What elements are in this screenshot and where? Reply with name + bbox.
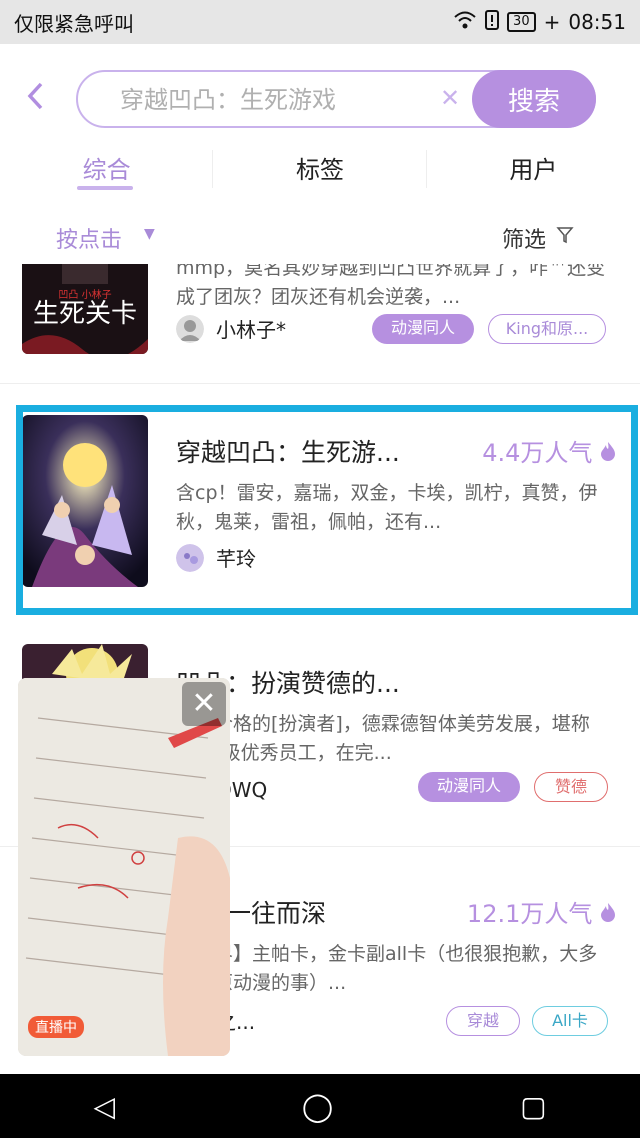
recent-apps-icon[interactable]: ▢ xyxy=(520,1090,546,1123)
status-right: 30 + 08:51 xyxy=(453,9,626,35)
author-info[interactable]: 小林子* xyxy=(176,314,286,343)
back-nav-icon[interactable]: ◁ xyxy=(93,1090,115,1123)
charging-icon: + xyxy=(543,10,561,34)
flame-icon xyxy=(600,900,616,928)
tag-chip[interactable]: All卡 xyxy=(532,1006,608,1036)
book-cover: 生死关卡 凹凸 小林子 xyxy=(22,264,148,354)
alert-icon xyxy=(485,9,500,35)
battery-indicator: 30 xyxy=(507,12,536,32)
filter-button[interactable]: 筛选 xyxy=(502,222,546,254)
sort-dropdown[interactable]: 按点击 xyxy=(56,222,122,254)
close-icon[interactable]: ✕ xyxy=(440,84,460,112)
filter-bar: 按点击 ▼ 筛选 xyxy=(0,212,640,264)
system-nav-bar: ◁ ◯ ▢ xyxy=(0,1074,640,1138)
chevron-left-icon[interactable] xyxy=(26,80,44,120)
tag-chip[interactable]: 动漫同人 xyxy=(372,314,474,344)
search-button[interactable]: 搜索 xyxy=(472,70,596,128)
funnel-icon[interactable] xyxy=(556,226,574,249)
tab-divider xyxy=(426,150,427,188)
live-video-frame xyxy=(18,678,230,1056)
result-description: 一名合格的[扮演者]，德霖德智体美劳发展，堪称sss+级优秀员工，在完... xyxy=(176,713,590,764)
result-description: mmp，莫名其妙穿越到凹凸世界就算了，咋™还变成了团灰？团灰还有机会逆袭，... xyxy=(176,264,606,308)
tab-users[interactable]: 用户 xyxy=(427,138,640,198)
status-bar: 仅限紧急呼叫 30 + 08:51 xyxy=(0,0,640,44)
status-left-text: 仅限紧急呼叫 xyxy=(14,11,134,36)
popularity: 12.1万人气 xyxy=(467,894,616,929)
svg-text:凹凸 小林子: 凹凸 小林子 xyxy=(58,288,111,301)
tag-chip[interactable]: 动漫同人 xyxy=(418,772,520,802)
tab-divider xyxy=(212,150,213,188)
close-icon[interactable]: ✕ xyxy=(182,682,226,726)
search-input[interactable] xyxy=(120,84,440,116)
selection-highlight xyxy=(16,405,638,615)
list-item[interactable]: 生死关卡 凹凸 小林子 mmp，莫名其妙穿越到凹凸世界就算了，咋™还变成了团灰？… xyxy=(0,264,640,382)
tab-tags[interactable]: 标签 xyxy=(213,138,426,198)
tab-bar: 综合 标签 用户 xyxy=(0,138,640,198)
floating-live-video[interactable]: ✕ 直播中 xyxy=(18,678,230,1056)
avatar xyxy=(176,314,204,343)
tag-chip[interactable]: 穿越 xyxy=(446,1006,520,1036)
result-description: 越异界】主帕卡，金卡副all卡（也很狠抱歉，大多都是原动漫的事）... xyxy=(176,943,598,994)
live-badge: 直播中 xyxy=(28,1016,84,1038)
search-box: ✕ 搜索 xyxy=(76,70,596,128)
divider xyxy=(0,383,640,384)
status-time: 08:51 xyxy=(568,10,626,34)
tag-chip[interactable]: 赞德 xyxy=(534,772,608,802)
home-nav-icon[interactable]: ◯ xyxy=(302,1090,333,1123)
author-name: 小林子* xyxy=(216,318,286,342)
caret-down-icon[interactable]: ▼ xyxy=(144,226,155,242)
wifi-icon xyxy=(453,10,477,35)
tag-chip[interactable]: King和原... xyxy=(488,314,606,344)
popularity-value: 12.1万人气 xyxy=(466,900,593,928)
tab-overall[interactable]: 综合 xyxy=(0,138,213,198)
svg-text:生死关卡: 生死关卡 xyxy=(33,299,137,329)
